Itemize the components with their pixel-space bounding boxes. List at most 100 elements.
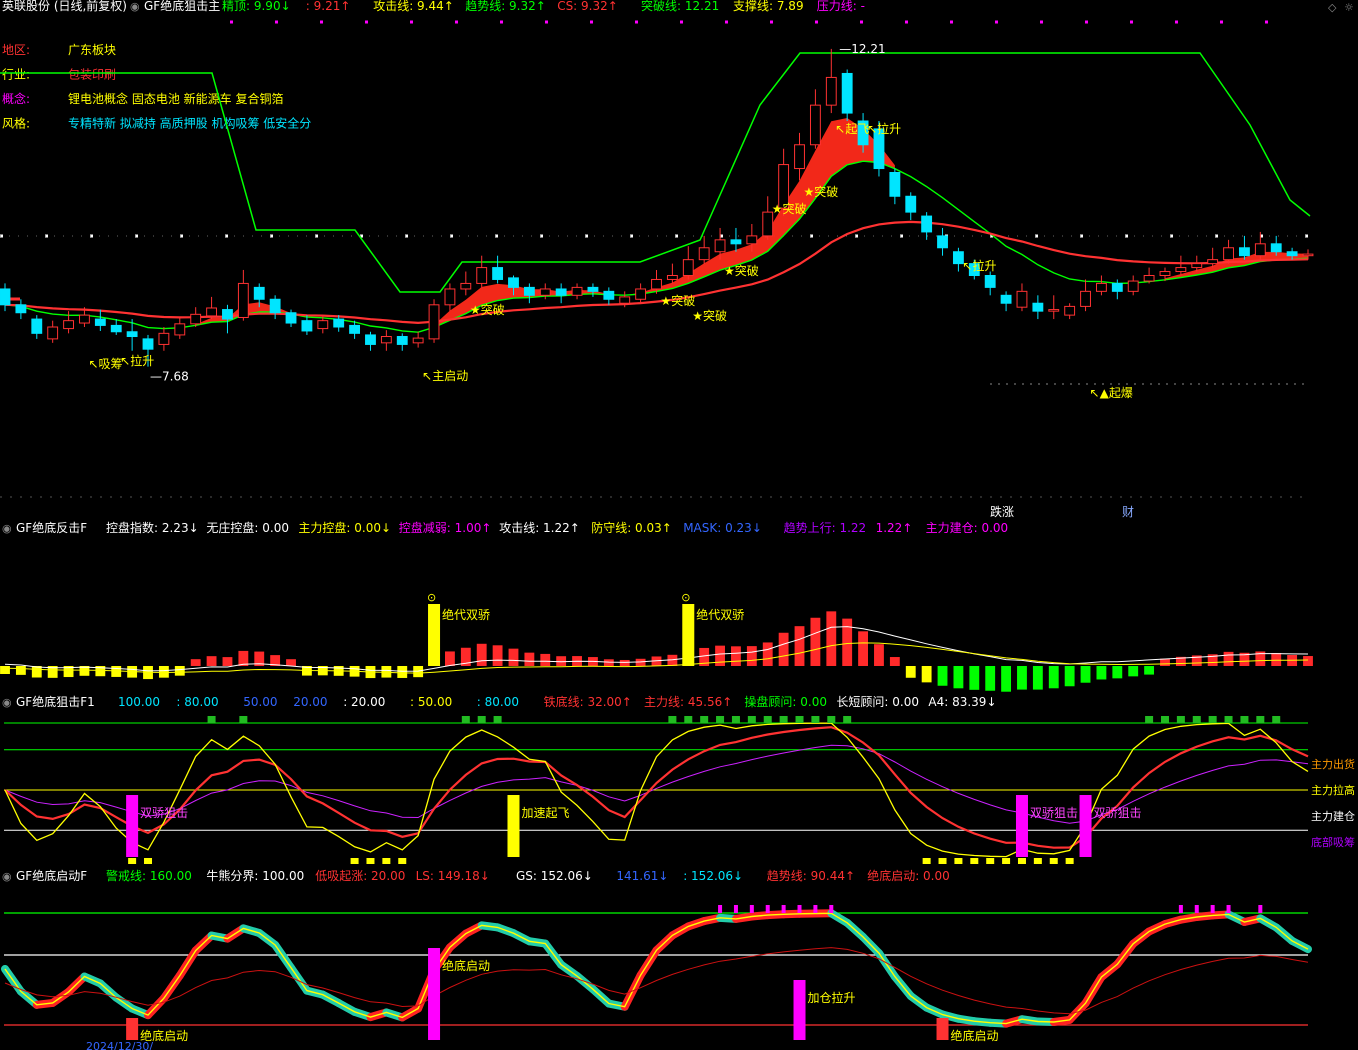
signal-label: ↖吸筹 xyxy=(88,357,122,371)
signal-label: ↖拉升 xyxy=(867,121,901,136)
signal-label: 绝底启动 xyxy=(951,1028,999,1043)
histogram-bar xyxy=(778,632,789,666)
signal-label: ★突破 xyxy=(724,263,759,278)
panel-value: 防守线: 0.03↑ xyxy=(591,520,672,535)
alert-tick xyxy=(733,905,738,913)
panel-value: 低吸起涨: 20.00 xyxy=(315,868,405,883)
signal-bar xyxy=(793,980,806,1040)
panel-value: 绝底启动: 0.00 xyxy=(867,868,950,883)
bottom-marker xyxy=(1049,858,1058,864)
candle-body xyxy=(1270,243,1282,253)
candle-body xyxy=(206,307,217,317)
panel-value: MASK: 0.23↓ xyxy=(683,521,762,535)
top-marker xyxy=(1272,716,1281,723)
histogram-bar xyxy=(826,611,837,666)
main-chart: 英联股份 (日线,前复权) ◉ GF绝底狙击主 精顶: 9.90↓: 9.21↑… xyxy=(0,0,1358,1050)
candle-body xyxy=(587,286,599,292)
bottom-marker xyxy=(382,858,391,864)
candle-body xyxy=(110,324,122,333)
histogram-bar xyxy=(1001,666,1012,692)
candle-body xyxy=(508,277,519,288)
header-item: CS: 9.32↑ xyxy=(557,0,618,13)
panel-icon: ◉ xyxy=(2,696,12,709)
header-item: 突破线: 12.21 xyxy=(641,0,719,13)
candle-body xyxy=(94,318,106,326)
signal-bar xyxy=(1015,795,1028,857)
candle-body xyxy=(635,288,647,300)
candle-body xyxy=(301,320,313,332)
settings-icon[interactable]: ☼ xyxy=(1344,1,1354,14)
candle-body xyxy=(539,288,551,296)
panel-value: A4: 83.39↓ xyxy=(928,695,996,709)
top-marker xyxy=(668,716,677,723)
histogram-bar xyxy=(715,645,725,666)
histogram-bar xyxy=(15,666,26,675)
top-marker xyxy=(684,716,693,723)
panel-value: LS: 149.18↓ xyxy=(416,869,490,883)
bottom-marker xyxy=(1065,858,1074,864)
panel-value: 100.00 xyxy=(118,695,160,709)
indicator-name: GF绝底狙击主 xyxy=(144,0,220,13)
panel-value: 1.22↑ xyxy=(876,521,913,535)
header-item: 精顶: 9.90↓ xyxy=(222,0,291,13)
panel-title: GF绝底狙击F1 xyxy=(16,694,95,709)
candle-body xyxy=(269,298,281,314)
candle-body xyxy=(428,304,440,340)
histogram-bar xyxy=(1112,666,1123,679)
signal-label: ★突破 xyxy=(772,201,807,216)
candle-body xyxy=(984,275,996,288)
signal-label: ↖▲起爆 xyxy=(1090,386,1133,400)
signal-label: 加仓拉升 xyxy=(808,990,856,1005)
candle-body xyxy=(1143,275,1155,282)
panel-title: GF绝底启动F xyxy=(16,868,87,883)
histogram-bar xyxy=(874,644,884,666)
candle-body xyxy=(523,286,535,296)
histogram-bar xyxy=(810,617,821,666)
top-marker xyxy=(716,716,725,723)
panel-value: 20.00 xyxy=(293,695,327,709)
histogram-bar xyxy=(746,646,757,666)
alert-tick xyxy=(797,905,802,913)
info-value: 锂电池概念 固态电池 新能源车 复合铜箔 xyxy=(68,91,283,106)
signal-bar xyxy=(1079,795,1092,857)
candle-body xyxy=(666,275,678,280)
candle-body xyxy=(365,334,376,345)
zone-label: 底部吸筹 xyxy=(1311,835,1355,849)
top-marker xyxy=(207,716,216,723)
histogram-bar xyxy=(174,666,185,676)
footer-date: 2024/12/30/ xyxy=(86,1040,153,1050)
candle-body xyxy=(31,318,43,334)
indicator-icon[interactable]: ◉ xyxy=(130,0,140,13)
top-marker xyxy=(779,716,788,723)
histogram-bar xyxy=(921,666,932,683)
candle-body xyxy=(889,172,901,197)
panel-title: GF绝底反击F xyxy=(16,520,87,535)
candle-body xyxy=(444,288,456,306)
top-marker xyxy=(1145,716,1154,723)
diamond-icon[interactable]: ◇ xyxy=(1328,1,1337,14)
signal-label: ↖拉升 xyxy=(120,353,154,368)
candle-body xyxy=(1111,282,1123,292)
histogram-bar xyxy=(158,666,169,678)
candle-body xyxy=(809,104,821,146)
histogram-bar xyxy=(794,626,805,666)
signal-label: 绝底启动 xyxy=(442,958,490,973)
top-marker xyxy=(843,716,852,723)
top-marker xyxy=(763,716,772,723)
top-marker xyxy=(461,716,470,723)
bottom-marker xyxy=(1033,858,1042,864)
candle-body xyxy=(1000,294,1012,304)
panel-icon: ◉ xyxy=(2,870,12,883)
candle-body xyxy=(0,288,11,306)
candle-body xyxy=(142,338,154,350)
histogram-bar xyxy=(858,631,868,666)
candle-body xyxy=(555,288,567,296)
header-item: : 9.21↑ xyxy=(306,0,351,13)
moneybag-icon: ⊙ xyxy=(681,591,690,604)
alert-tick xyxy=(1210,905,1215,913)
signal-label: 加速起飞 xyxy=(521,806,569,820)
bottom-marker xyxy=(1017,858,1026,864)
signal-label: 绝代双骄 xyxy=(696,607,744,622)
histogram-bar xyxy=(1303,656,1313,666)
zone-label: 主力拉高 xyxy=(1311,783,1355,797)
